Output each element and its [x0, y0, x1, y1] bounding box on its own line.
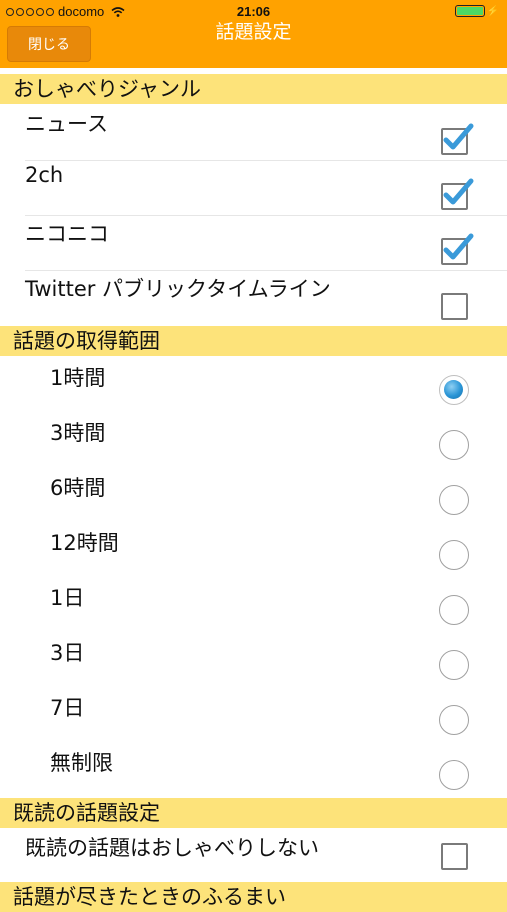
range-row-7d[interactable]: 7日 [0, 690, 507, 745]
range-label: 12時間 [50, 531, 119, 555]
checkbox-checked[interactable] [441, 123, 474, 155]
range-label: 無制限 [50, 751, 113, 775]
range-label: 3日 [50, 641, 85, 665]
radio-unselected[interactable] [439, 705, 469, 735]
section-header-genre: おしゃべりジャンル [0, 74, 507, 104]
checkbox-unchecked[interactable] [441, 843, 468, 870]
read-row-skip[interactable]: 既読の話題はおしゃべりしない [0, 830, 507, 885]
status-time: 21:06 [236, 4, 271, 19]
navigation-bar: 話題設定 閉じる [0, 22, 507, 68]
radio-unselected[interactable] [439, 540, 469, 570]
close-button[interactable]: 閉じる [7, 26, 91, 62]
checkmark-icon [443, 123, 474, 150]
range-row-unlimited[interactable]: 無制限 [0, 745, 507, 800]
checkbox-checked[interactable] [441, 233, 474, 265]
checkmark-icon [443, 233, 474, 260]
radio-unselected[interactable] [439, 595, 469, 625]
radio-selected[interactable] [439, 375, 469, 405]
radio-unselected[interactable] [439, 650, 469, 680]
range-label: 7日 [50, 696, 85, 720]
status-bar: docomo 21:06 ⚡ [0, 0, 507, 22]
range-label: 1時間 [50, 366, 106, 390]
genre-label: ニコニコ [25, 222, 109, 246]
section-header-exhausted: 話題が尽きたときのふるまい [0, 882, 507, 912]
section-header-range: 話題の取得範囲 [0, 326, 507, 356]
section-header-read: 既読の話題設定 [0, 798, 507, 828]
range-label: 1日 [50, 586, 85, 610]
genre-label: ニュース [25, 112, 108, 136]
read-label: 既読の話題はおしゃべりしない [25, 836, 319, 860]
battery-icon: ⚡ [454, 5, 499, 17]
checkmark-icon [443, 178, 474, 205]
genre-label: Twitter パブリックタイムライン [25, 277, 331, 301]
genre-label: 2ch [25, 163, 64, 187]
checkbox-unchecked[interactable] [441, 293, 468, 320]
range-row-12h[interactable]: 12時間 [0, 525, 507, 580]
checkbox-checked[interactable] [441, 178, 474, 210]
radio-unselected[interactable] [439, 430, 469, 460]
radio-dot-icon [444, 380, 463, 399]
radio-unselected[interactable] [439, 485, 469, 515]
genre-row-news[interactable]: ニュース [0, 106, 507, 161]
range-row-6h[interactable]: 6時間 [0, 470, 507, 525]
range-row-1h[interactable]: 1時間 [0, 360, 507, 415]
range-row-3d[interactable]: 3日 [0, 635, 507, 690]
range-row-3h[interactable]: 3時間 [0, 415, 507, 470]
genre-row-twitter[interactable]: Twitter パブリックタイムライン [0, 271, 507, 326]
radio-unselected[interactable] [439, 760, 469, 790]
genre-row-2ch[interactable]: 2ch [0, 161, 507, 216]
range-row-1d[interactable]: 1日 [0, 580, 507, 635]
range-label: 3時間 [50, 421, 106, 445]
range-label: 6時間 [50, 476, 106, 500]
genre-row-niconico[interactable]: ニコニコ [0, 216, 507, 271]
